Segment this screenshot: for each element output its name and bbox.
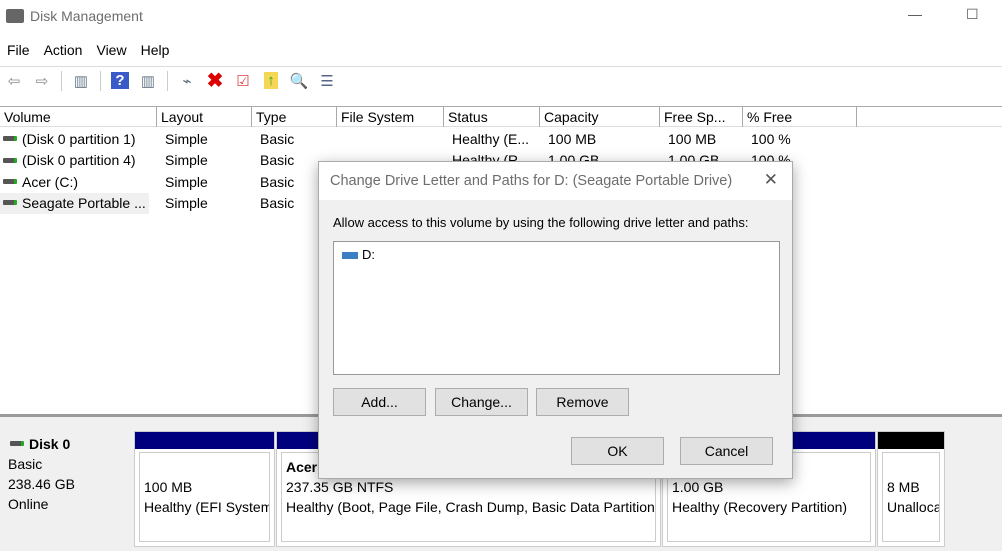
minimize-button[interactable]: — — [908, 6, 922, 22]
cell-text: Healthy (E... — [452, 131, 530, 147]
cell-text: (Disk 0 partition 4) — [22, 152, 136, 169]
cell-text: 100 MB — [668, 131, 717, 147]
cell-volume: Acer (C:) — [0, 172, 149, 193]
column-type[interactable]: Type — [252, 107, 337, 127]
menu-bar: File Action View Help — [0, 42, 176, 58]
cell-text: Simple — [165, 152, 208, 169]
properties-icon[interactable]: ☑ — [231, 70, 255, 92]
cell-layout: Simple — [165, 172, 252, 193]
search-icon[interactable]: 🔍 — [287, 70, 311, 92]
disk-status: Online — [8, 496, 49, 512]
partition-status: Healthy (Boot, Page File, Crash Dump, Ba… — [286, 499, 656, 515]
close-icon[interactable]: ✕ — [764, 170, 778, 190]
column-file-system[interactable]: File System — [337, 107, 444, 127]
ok-button[interactable]: OK — [571, 437, 664, 465]
partition-status: Healthy (Recovery Partition) — [672, 499, 848, 515]
volume-icon — [3, 178, 17, 184]
cell-text: Acer (C:) — [22, 173, 78, 190]
partition-block[interactable]: 100 MB Healthy (EFI System Partition) — [134, 431, 275, 547]
up-icon[interactable]: ↑ — [259, 70, 283, 92]
partition-size: 1.00 GB — [672, 479, 724, 495]
connect-disk-icon[interactable]: ⌁ — [175, 70, 199, 92]
partition-details: 8 MB Unallocated — [882, 452, 940, 542]
cell--free: 100 % — [751, 129, 857, 150]
cancel-button[interactable]: Cancel — [680, 437, 773, 465]
partition-bar — [878, 432, 944, 449]
partition-size: 237.35 GB NTFS — [286, 479, 394, 495]
app-icon — [6, 9, 24, 23]
cell-layout: Simple — [165, 150, 252, 171]
cell-layout: Simple — [165, 129, 252, 150]
dialog-title: Change Drive Letter and Paths for D: (Se… — [319, 162, 792, 200]
maximize-button[interactable]: ☐ — [966, 6, 979, 23]
column-free-space[interactable]: Free Sp... — [660, 107, 743, 127]
volume-list-header: Volume Layout Type File System Status Ca… — [0, 106, 1002, 127]
cell-text: (Disk 0 partition 1) — [22, 131, 136, 147]
change-drive-letter-dialog: Change Drive Letter and Paths for D: (Se… — [318, 161, 793, 479]
menu-view[interactable]: View — [89, 42, 133, 58]
volume-icon — [3, 136, 17, 142]
column-percent-free[interactable]: % Free — [743, 107, 857, 127]
partition-status: Unallocated — [887, 499, 940, 515]
cell-text: 100 MB — [548, 131, 597, 147]
delete-icon[interactable]: ✖ — [203, 70, 227, 92]
partition-label — [144, 457, 265, 477]
partition-label — [887, 457, 935, 477]
partition-bar — [135, 432, 274, 449]
partition-block[interactable]: 8 MB Unallocated — [877, 431, 945, 547]
help-icon[interactable]: ? — [108, 70, 132, 92]
menu-action[interactable]: Action — [37, 42, 90, 58]
dialog-instruction: Allow access to this volume by using the… — [333, 215, 749, 230]
path-label: D: — [362, 247, 375, 262]
forward-icon[interactable]: ⇨ — [30, 70, 54, 92]
remove-button[interactable]: Remove — [536, 388, 629, 416]
disk-type: Basic — [8, 456, 43, 472]
action-pane-icon[interactable]: ▥ — [136, 70, 160, 92]
volume-icon — [3, 200, 17, 206]
cell-text: Basic — [260, 131, 295, 147]
cell-status: Healthy (E... — [452, 129, 540, 150]
volume-row[interactable]: (Disk 0 partition 1) Simple Basic Healthy (… — [0, 129, 1002, 150]
disk-size: 238.46 GB — [8, 476, 75, 492]
toolbar: ⇦ ⇨ ▥ ? ▥ ⌁ ✖ ☑ ↑ 🔍 ☰ — [0, 66, 1002, 94]
cell-volume: Seagate Portable ... — [0, 192, 149, 214]
cell-type: Basic — [260, 129, 337, 150]
back-icon[interactable]: ⇦ — [2, 70, 26, 92]
menu-file[interactable]: File — [0, 42, 37, 58]
add-button[interactable]: Add... — [333, 388, 426, 416]
disk-name: Disk 0 — [29, 436, 71, 452]
cell-text: Basic — [260, 152, 295, 169]
partition-size: 100 MB — [144, 479, 193, 495]
drive-icon — [342, 252, 358, 260]
menu-help[interactable]: Help — [134, 42, 177, 58]
console-tree-icon[interactable]: ▥ — [69, 70, 93, 92]
settings-icon[interactable]: ☰ — [315, 70, 339, 92]
cell-volume: (Disk 0 partition 1) — [0, 129, 149, 150]
partition-details: 100 MB Healthy (EFI System Partition) — [139, 452, 270, 542]
column-capacity[interactable]: Capacity — [540, 107, 660, 127]
cell-text: Seagate Portable ... — [22, 194, 146, 211]
column-status[interactable]: Status — [444, 107, 540, 127]
paths-list[interactable]: D: — [333, 241, 780, 375]
cell-text: 100 % — [751, 131, 791, 147]
cell-text: Basic — [260, 194, 295, 211]
cell-text: Simple — [165, 194, 208, 211]
partition-status: Healthy (EFI System Partition) — [144, 499, 270, 515]
cell-capacity: 100 MB — [548, 129, 660, 150]
cell-volume: (Disk 0 partition 4) — [0, 150, 149, 171]
cell-text: Simple — [165, 173, 208, 190]
column-layout[interactable]: Layout — [157, 107, 252, 127]
cell-free-sp-: 100 MB — [668, 129, 743, 150]
cell-layout: Simple — [165, 193, 252, 214]
cell-text: Simple — [165, 131, 208, 147]
disk-icon — [10, 441, 24, 447]
window-title: Disk Management — [30, 8, 143, 24]
column-volume[interactable]: Volume — [0, 107, 157, 127]
change-button[interactable]: Change... — [435, 388, 528, 416]
disk-info[interactable]: Disk 0 Basic 238.46 GB Online — [8, 434, 75, 514]
path-item[interactable]: D: — [334, 242, 779, 267]
partition-size: 8 MB — [887, 479, 920, 495]
volume-icon — [3, 157, 17, 163]
cell-text: Basic — [260, 173, 295, 190]
